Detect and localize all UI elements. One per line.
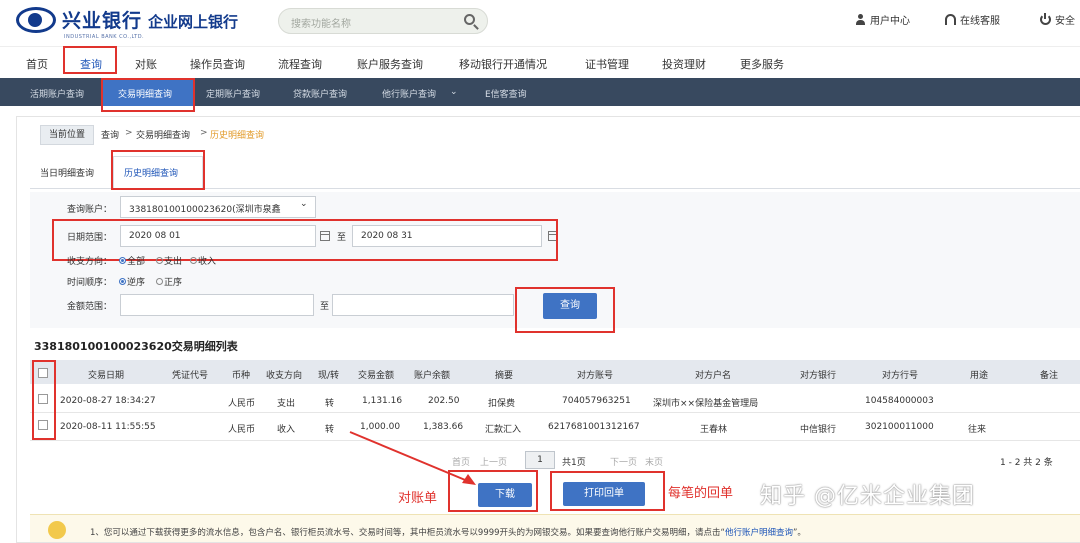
watermark: 知乎 @亿米企业集团	[760, 484, 975, 509]
other-bank-detail-link[interactable]: 他行账户明细查询	[725, 528, 793, 538]
annotation-arrow	[349, 431, 476, 485]
notice-text: 1、您可以通过下载获得更多的流水信息，包含户名、银行柜员流水号、交易时间等，其中…	[90, 528, 806, 538]
info-icon	[48, 521, 66, 539]
